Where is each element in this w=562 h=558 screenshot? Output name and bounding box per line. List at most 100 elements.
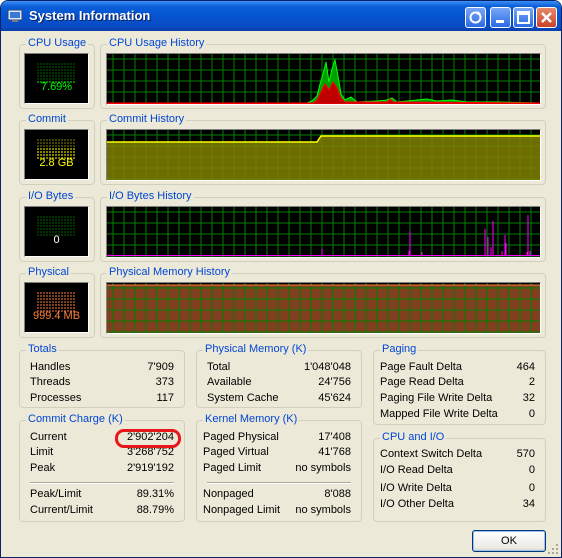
io-write-delta-value: 0 (528, 482, 535, 494)
commit-row-peak-limit: Peak/Limit 89.31% (30, 488, 174, 504)
kernel-row-paged-limit: Paged Limit no symbols (203, 462, 351, 478)
cpu-history-plot (107, 54, 540, 104)
kernel-memory-label: Kernel Memory (K) (203, 413, 300, 425)
processes-value: 117 (156, 392, 174, 404)
cpuio-row-context-switch: Context Switch Delta 570 (380, 448, 535, 464)
physical-meter: 999.4 MB (24, 282, 89, 333)
commit-row-peak: Peak 2'919'192 (30, 462, 174, 478)
nonpaged-label: Nonpaged (203, 488, 254, 500)
threads-value: 373 (155, 376, 174, 388)
cpu-io-label: CPU and I/O (380, 431, 447, 443)
commit-history-plot (107, 130, 540, 180)
cpu-io-group: CPU and I/O Context Switch Delta 570 I/O … (373, 431, 546, 522)
cpu-usage-meter: 7.69% (24, 53, 89, 104)
total-label: Total (207, 361, 231, 373)
paged-physical-value: 17'408 (318, 431, 351, 443)
page-fault-delta-label: Page Fault Delta (380, 361, 462, 373)
window-title: System Information (29, 8, 151, 23)
close-icon (541, 12, 552, 23)
commit-label: Commit (26, 113, 68, 125)
io-other-delta-label: I/O Other Delta (380, 498, 454, 510)
paging-row-mapped-write: Mapped File Write Delta 0 (380, 408, 535, 424)
peak-limit-label: Peak/Limit (30, 488, 82, 500)
commit-row-limit: Limit 3'268'752 (30, 446, 174, 462)
peak-label: Peak (30, 462, 56, 474)
physical-memory-row-available: Available 24'756 (207, 376, 351, 392)
io-read-delta-label: I/O Read Delta (380, 464, 453, 476)
physical-memory-row-total: Total 1'048'048 (207, 361, 351, 377)
paged-limit-label: Paged Limit (203, 462, 262, 474)
cpu-history-label: CPU Usage History (107, 37, 207, 49)
physical-memory-label: Physical Memory (K) (203, 343, 309, 355)
total-value: 1'048'048 (303, 361, 351, 373)
page-fault-delta-value: 464 (516, 361, 535, 373)
paged-physical-label: Paged Physical (203, 431, 279, 443)
totals-group: Totals Handles 7'909 Threads 373 Processes… (19, 343, 185, 408)
io-write-delta-label: I/O Write Delta (380, 482, 452, 494)
totals-row-threads: Threads 373 (30, 376, 174, 392)
physical-history-group: Physical Memory History (100, 266, 546, 338)
cpu-history-graph (106, 53, 541, 105)
totals-row-handles: Handles 7'909 (30, 361, 174, 377)
commit-history-group: Commit History (100, 113, 546, 185)
system-cache-label: System Cache (207, 392, 279, 404)
resize-grip-icon[interactable] (547, 543, 559, 555)
commit-value: 2.8 GB (39, 157, 74, 169)
context-switch-delta-value: 570 (516, 448, 535, 460)
maximize-icon (517, 11, 530, 24)
peak-value: 2'919'192 (126, 462, 174, 474)
close-button[interactable] (536, 7, 557, 28)
cpu-usage-value: 7.69% (40, 81, 73, 93)
paging-file-write-delta-label: Paging File Write Delta (380, 392, 493, 404)
peak-limit-value: 89.31% (136, 488, 174, 500)
physical-memory-group: Physical Memory (K) Total 1'048'048 Avail… (196, 343, 362, 408)
title-bar[interactable]: System Information (1, 1, 561, 31)
io-history-label: I/O Bytes History (107, 190, 194, 202)
paging-file-write-delta-value: 32 (522, 392, 535, 404)
commit-row-current-limit: Current/Limit 88.79% (30, 504, 174, 520)
paging-group: Paging Page Fault Delta 464 Page Read Del… (373, 343, 546, 425)
current-value-highlight (115, 429, 181, 448)
totals-row-processes: Processes 117 (30, 392, 174, 408)
io-history-group: I/O Bytes History (100, 190, 546, 262)
io-bytes-value: 0 (53, 234, 60, 246)
paged-virtual-label: Paged Virtual (203, 446, 269, 458)
cpu-history-group: CPU Usage History (100, 37, 546, 109)
cpu-usage-label: CPU Usage (26, 37, 89, 49)
maximize-button[interactable] (513, 7, 534, 28)
commit-separator (30, 482, 174, 484)
commit-charge-label: Commit Charge (K) (26, 413, 125, 425)
cpu-usage-group: CPU Usage 7.69% (19, 37, 95, 109)
limit-label: Limit (30, 446, 54, 458)
physical-group: Physical 999.4 MB (19, 266, 95, 338)
context-switch-delta-label: Context Switch Delta (380, 448, 483, 460)
refresh-icon (469, 11, 482, 24)
kernel-row-paged-virtual: Paged Virtual 41'768 (203, 446, 351, 462)
cpuio-row-write: I/O Write Delta 0 (380, 482, 535, 498)
nonpaged-value: 8'088 (324, 488, 351, 500)
commit-history-graph (106, 129, 541, 181)
totals-label: Totals (26, 343, 59, 355)
kernel-row-paged-physical: Paged Physical 17'408 (203, 431, 351, 447)
page-read-delta-label: Page Read Delta (380, 376, 464, 388)
handles-value: 7'909 (147, 361, 174, 373)
physical-history-graph (106, 282, 541, 334)
physical-value: 999.4 MB (32, 310, 81, 322)
cpuio-row-other: I/O Other Delta 34 (380, 498, 535, 514)
kernel-row-nonpaged: Nonpaged 8'088 (203, 488, 351, 504)
minimize-button[interactable] (490, 7, 511, 28)
options-button[interactable] (465, 7, 486, 28)
current-limit-label: Current/Limit (30, 504, 93, 516)
handles-label: Handles (30, 361, 71, 373)
io-history-graph (106, 206, 541, 258)
threads-label: Threads (30, 376, 71, 388)
paged-limit-value: no symbols (295, 462, 351, 474)
app-icon (7, 9, 23, 22)
minimize-icon (496, 20, 504, 23)
paging-row-read: Page Read Delta 2 (380, 376, 535, 392)
mapped-file-write-delta-label: Mapped File Write Delta (380, 408, 498, 420)
ok-button[interactable]: OK (472, 530, 546, 552)
paging-row-fault: Page Fault Delta 464 (380, 361, 535, 377)
physical-history-label: Physical Memory History (107, 266, 233, 278)
commit-group: Commit 2.8 GB (19, 113, 95, 185)
